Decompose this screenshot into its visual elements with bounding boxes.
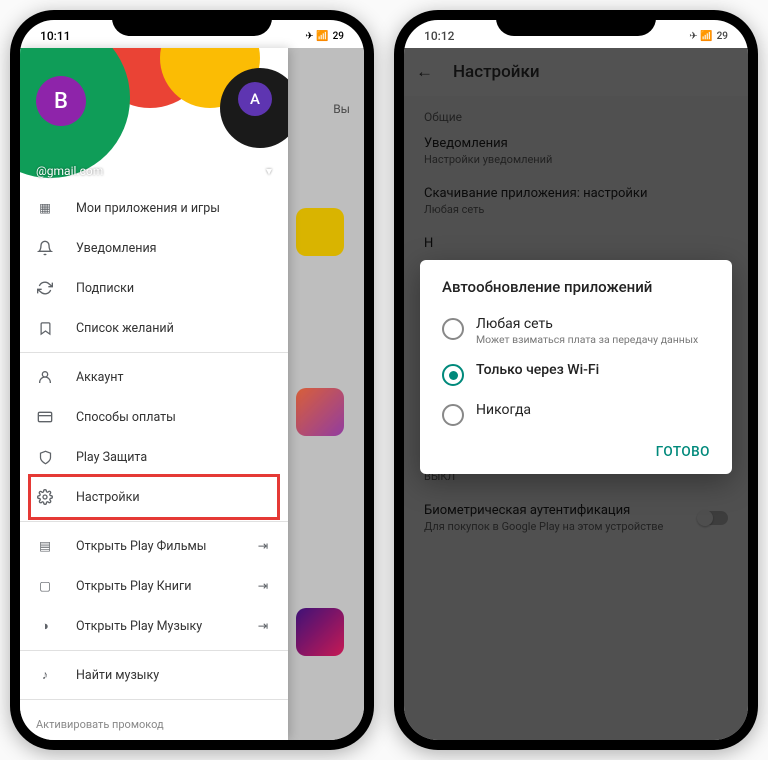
done-button[interactable]: ГОТОВО	[424, 434, 728, 466]
status-icons: ✈ 📶 29	[689, 31, 728, 42]
notch	[112, 10, 272, 36]
refresh-icon	[36, 279, 54, 297]
option-label: Только через Wi-Fi	[476, 362, 599, 378]
menu-label: Play Защита	[76, 450, 147, 465]
menu-find-music[interactable]: ♪ Найти музыку	[20, 655, 288, 695]
menu-label: Аккаунт	[76, 370, 124, 385]
menu-label: Открыть Play Музыку	[76, 619, 202, 634]
menu-play-music[interactable]: ◑ Открыть Play Музыку ⇥	[20, 606, 288, 646]
music-icon: ◑	[36, 617, 54, 635]
menu-payment[interactable]: Способы оплаты	[20, 397, 288, 437]
menu-label: Настройки	[76, 490, 140, 505]
status-icons: ✈ 📶 29	[305, 31, 344, 42]
divider	[20, 699, 288, 700]
menu-wishlist[interactable]: Список желаний	[20, 308, 288, 348]
phone-right: 10:12 ✈ 📶 29 ← Настройки Общие Уведомлен…	[394, 10, 758, 750]
dialog-title: Автообновление приложений	[424, 278, 728, 308]
divider	[20, 521, 288, 522]
menu-label: Уведомления	[76, 241, 157, 256]
bg-app-icon	[296, 388, 344, 436]
navigation-drawer: B A @gmail.com ▾ ▦ Мои приложения и игры…	[20, 48, 288, 740]
auto-update-dialog: Автообновление приложений Любая сеть Мож…	[420, 260, 732, 474]
menu-play-films[interactable]: ▤ Открыть Play Фильмы ⇥	[20, 526, 288, 566]
menu-subscriptions[interactable]: Подписки	[20, 268, 288, 308]
card-icon	[36, 408, 54, 426]
gear-icon	[36, 488, 54, 506]
bookmark-icon	[36, 319, 54, 337]
menu-label: Способы оплаты	[76, 410, 176, 425]
bg-app-icon	[296, 608, 344, 656]
bg-app-icon	[296, 208, 344, 256]
option-wifi-only[interactable]: Только через Wi-Fi	[424, 354, 728, 394]
menu-label: Мои приложения и игры	[76, 201, 220, 216]
screen-left: 10:11 ✈ 📶 29 Вы B A @gmail.com ▾	[20, 20, 364, 740]
avatar-primary[interactable]: B	[36, 76, 86, 126]
menu-settings[interactable]: Настройки	[28, 474, 280, 520]
bg-tab-you: Вы	[333, 102, 350, 116]
phone-left: 10:11 ✈ 📶 29 Вы B A @gmail.com ▾	[10, 10, 374, 750]
menu-play-books[interactable]: ▢ Открыть Play Книги ⇥	[20, 566, 288, 606]
menu-label: Активировать промокод	[36, 718, 164, 731]
menu-play-protect[interactable]: Play Защита	[20, 437, 288, 477]
book-icon: ▢	[36, 577, 54, 595]
external-icon: ⇥	[254, 577, 272, 595]
option-never[interactable]: Никогда	[424, 394, 728, 434]
person-icon	[36, 368, 54, 386]
shield-icon	[36, 448, 54, 466]
option-subtitle: Может взиматься плата за передачу данных	[476, 333, 698, 346]
menu-label: Список желаний	[76, 321, 174, 336]
menu-label: Найти музыку	[76, 668, 159, 683]
external-icon: ⇥	[254, 617, 272, 635]
account-email-row[interactable]: @gmail.com ▾	[20, 164, 288, 178]
option-label: Любая сеть	[476, 316, 698, 332]
grid-icon: ▦	[36, 199, 54, 217]
menu-label: Подписки	[76, 281, 134, 296]
menu-account[interactable]: Аккаунт	[20, 357, 288, 397]
option-any-network[interactable]: Любая сеть Может взиматься плата за пере…	[424, 308, 728, 354]
menu-label: Открыть Play Книги	[76, 579, 191, 594]
divider	[20, 650, 288, 651]
external-icon: ⇥	[254, 537, 272, 555]
menu-my-apps[interactable]: ▦ Мои приложения и игры	[20, 188, 288, 228]
screen-right: 10:12 ✈ 📶 29 ← Настройки Общие Уведомлен…	[404, 20, 748, 740]
divider	[20, 352, 288, 353]
radio-icon	[442, 318, 464, 340]
film-icon: ▤	[36, 537, 54, 555]
status-time: 10:12	[424, 29, 454, 43]
status-time: 10:11	[40, 29, 70, 43]
option-label: Никогда	[476, 402, 531, 418]
radio-icon	[442, 404, 464, 426]
notch	[496, 10, 656, 36]
account-email: @gmail.com	[36, 164, 103, 178]
drawer-header[interactable]: B A @gmail.com ▾	[20, 48, 288, 188]
menu-notifications[interactable]: Уведомления	[20, 228, 288, 268]
radio-icon-selected	[442, 364, 464, 386]
menu-promo[interactable]: Активировать промокод	[20, 704, 288, 740]
avatar-secondary[interactable]: A	[238, 82, 272, 116]
bell-icon	[36, 239, 54, 257]
chevron-down-icon: ▾	[266, 164, 272, 178]
menu-label: Открыть Play Фильмы	[76, 539, 207, 554]
music-note-icon: ♪	[36, 666, 54, 684]
